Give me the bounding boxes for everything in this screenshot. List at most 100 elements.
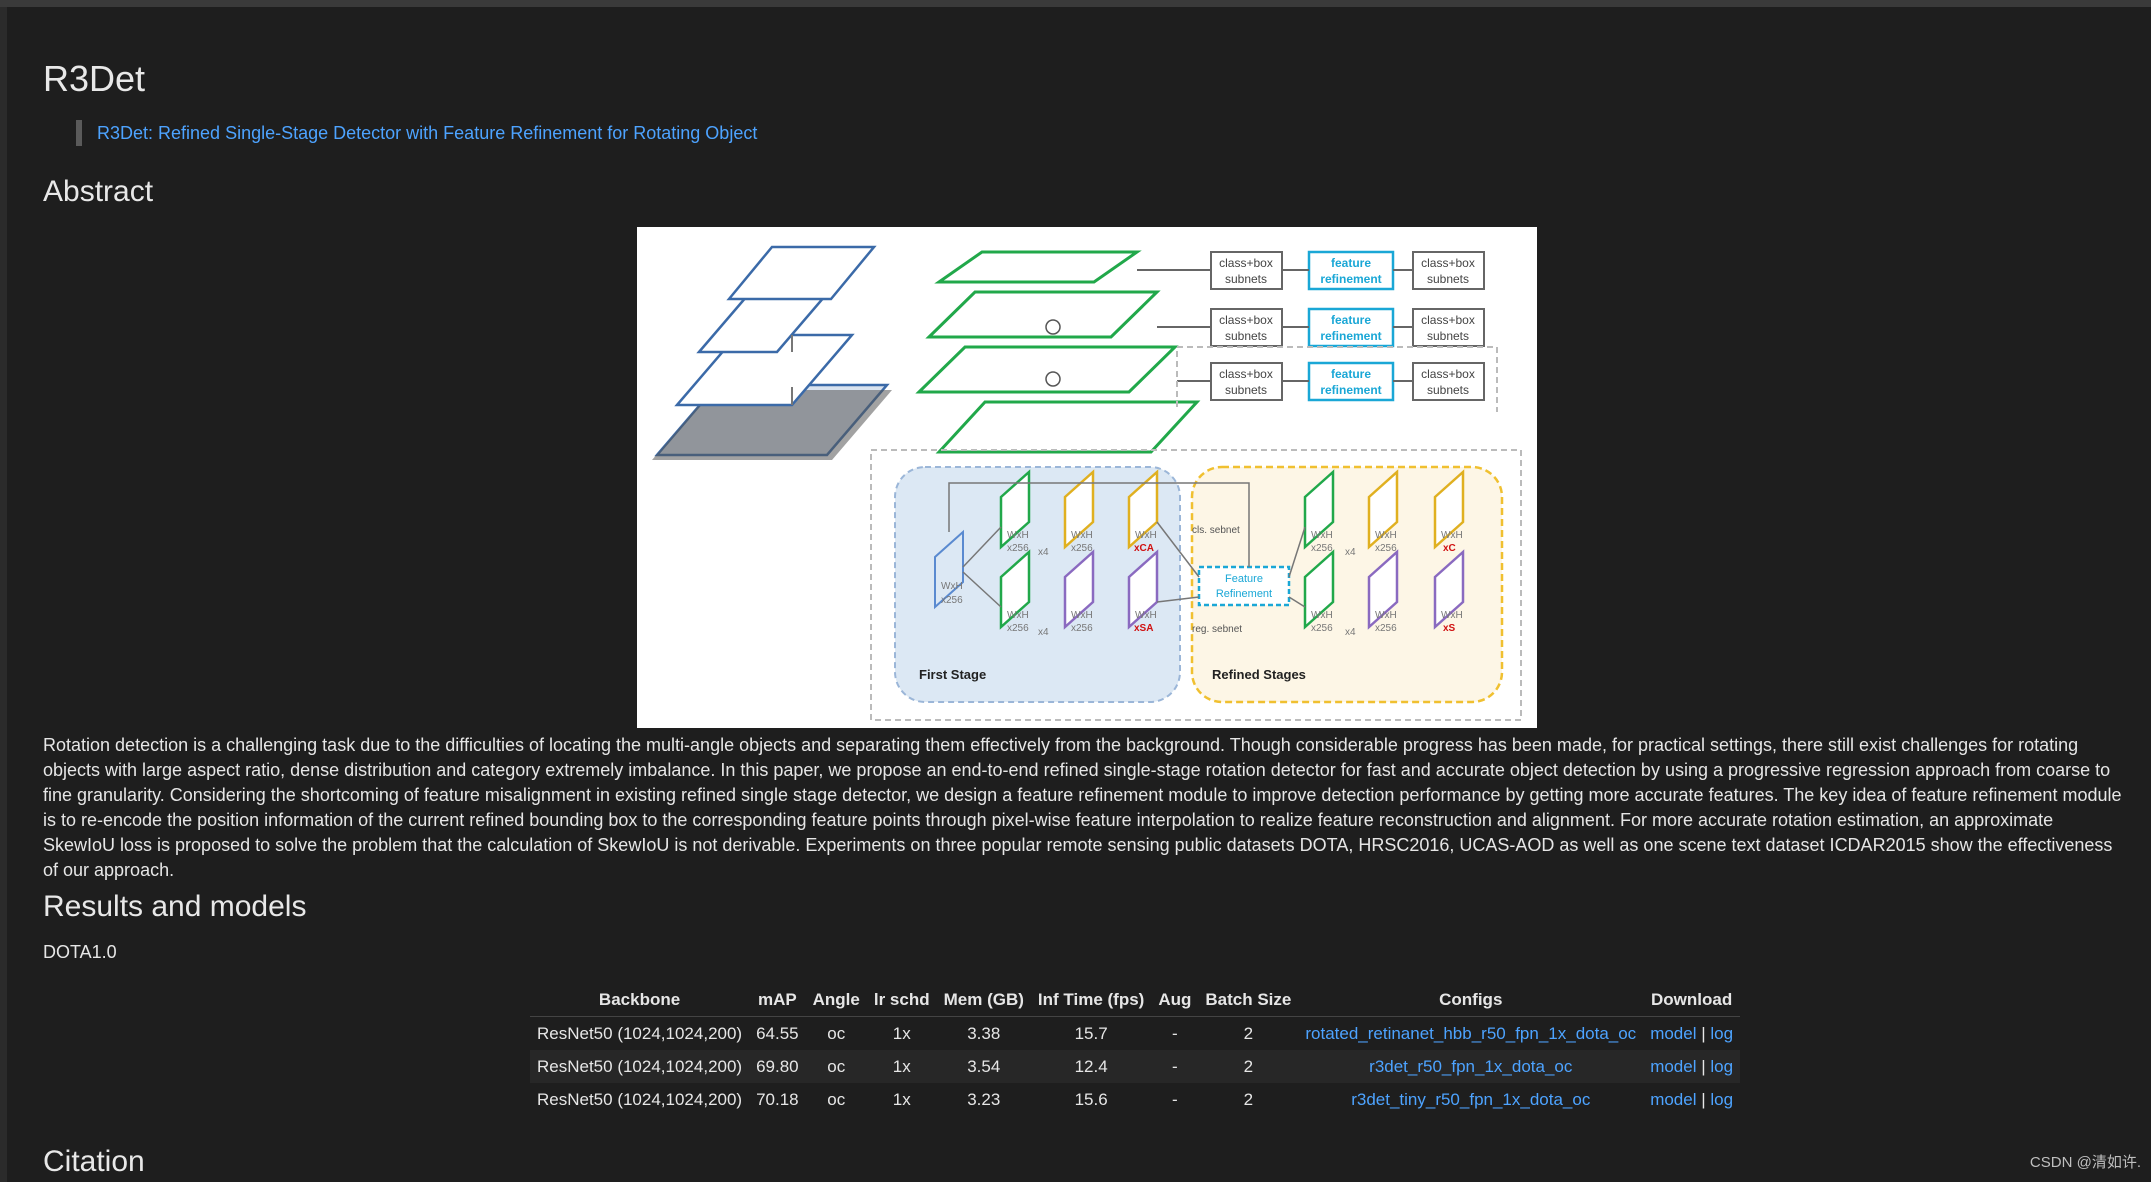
svg-text:WxH: WxH <box>1007 530 1029 541</box>
cell-aug: - <box>1172 1089 1178 1109</box>
watermark: CSDN @清如许. <box>2029 1154 2141 1171</box>
table-row: ResNet50 (1024,1024,200) 70.18 oc 1x 3.2… <box>530 1083 1740 1116</box>
log-link[interactable]: log <box>1710 1024 1733 1043</box>
svg-text:x256: x256 <box>1375 543 1397 554</box>
svg-text:class+box: class+box <box>1219 256 1273 270</box>
svg-text:x256: x256 <box>1311 623 1333 634</box>
svg-text:WxH: WxH <box>1071 530 1093 541</box>
svg-text:feature: feature <box>1331 367 1371 381</box>
svg-text:x4: x4 <box>1345 627 1356 638</box>
cell-inf-time: 15.6 <box>1074 1089 1108 1109</box>
svg-text:refinement: refinement <box>1320 272 1381 286</box>
cell-download: model | log <box>1643 1050 1741 1083</box>
svg-text:Feature: Feature <box>1225 573 1263 585</box>
col-header: mAP <box>749 984 806 1017</box>
separator: | <box>1701 1089 1706 1109</box>
cell-lr-schd: 1x <box>892 1023 911 1043</box>
svg-text:class+box: class+box <box>1421 313 1475 327</box>
log-link[interactable]: log <box>1710 1057 1733 1076</box>
model-link[interactable]: model <box>1650 1090 1696 1109</box>
col-header: lr schd <box>866 984 937 1017</box>
col-header: Download <box>1643 984 1741 1017</box>
svg-text:WxH: WxH <box>1135 530 1157 541</box>
abstract-heading: Abstract <box>43 175 154 208</box>
svg-text:x256: x256 <box>1007 543 1029 554</box>
svg-text:Refinement: Refinement <box>1216 588 1272 600</box>
col-header: Aug <box>1151 984 1199 1017</box>
results-table: Backbone mAP Angle lr schd Mem (GB) Inf … <box>530 984 1741 1116</box>
cell-inf-time: 12.4 <box>1030 1050 1152 1083</box>
svg-text:WxH: WxH <box>941 581 963 592</box>
table-header-row: Backbone mAP Angle lr schd Mem (GB) Inf … <box>530 984 1741 1017</box>
svg-text:First Stage: First Stage <box>919 667 986 682</box>
svg-text:subnets: subnets <box>1427 383 1469 397</box>
cell-inf-time: 15.7 <box>1074 1023 1108 1043</box>
config-link[interactable]: r3det_tiny_r50_fpn_1x_dota_oc <box>1351 1090 1590 1109</box>
dataset-label: DOTA1.0 <box>43 942 117 962</box>
model-link[interactable]: model <box>1650 1024 1696 1043</box>
cell-config: rotated_retinanet_hbb_r50_fpn_1x_dota_oc <box>1298 1017 1643 1051</box>
svg-text:x256: x256 <box>1071 623 1093 634</box>
cell-map: 64.55 <box>756 1023 799 1043</box>
svg-text:class+box: class+box <box>1421 367 1475 381</box>
svg-text:reg. sebnet: reg. sebnet <box>1192 624 1242 635</box>
cell-download: model | log <box>1643 1083 1740 1116</box>
svg-text:refinement: refinement <box>1320 383 1381 397</box>
svg-text:feature: feature <box>1331 313 1371 327</box>
cell-backbone: ResNet50 (1024,1024,200) <box>530 1050 750 1083</box>
svg-text:WxH: WxH <box>1441 610 1463 621</box>
svg-text:feature: feature <box>1331 256 1371 270</box>
svg-text:x256: x256 <box>941 595 963 606</box>
cell-batch-size: 2 <box>1243 1023 1254 1043</box>
cell-lr-schd: 1x <box>866 1050 937 1083</box>
cell-mem: 3.23 <box>967 1089 1001 1109</box>
model-link[interactable]: model <box>1650 1057 1696 1076</box>
svg-text:WxH: WxH <box>1441 530 1463 541</box>
svg-text:x256: x256 <box>1007 623 1029 634</box>
col-header: Mem (GB) <box>936 984 1031 1017</box>
cell-backbone: ResNet50 (1024,1024,200) <box>537 1023 743 1043</box>
col-header: Batch Size <box>1198 984 1299 1017</box>
window-top-bar <box>0 0 2151 7</box>
citation-heading: Citation <box>43 1145 145 1178</box>
cell-batch-size: 2 <box>1198 1050 1299 1083</box>
log-link[interactable]: log <box>1710 1090 1733 1109</box>
left-edge <box>0 7 7 1182</box>
architecture-figure: class+box subnets feature refinement cla… <box>637 227 1537 728</box>
svg-text:x4: x4 <box>1345 547 1356 558</box>
svg-text:WxH: WxH <box>1135 610 1157 621</box>
col-header: Inf Time (fps) <box>1030 984 1152 1017</box>
separator: | <box>1701 1023 1706 1043</box>
svg-text:subnets: subnets <box>1427 329 1469 343</box>
svg-text:xS: xS <box>1443 623 1456 634</box>
svg-text:x4: x4 <box>1038 547 1049 558</box>
results-heading: Results and models <box>43 890 307 923</box>
table-row: ResNet50 (1024,1024,200) 64.55 oc 1x 3.3… <box>530 1017 1740 1051</box>
cell-map: 70.18 <box>756 1089 799 1109</box>
cell-angle: oc <box>805 1050 867 1083</box>
svg-text:refinement: refinement <box>1320 329 1381 343</box>
cell-angle: oc <box>827 1023 846 1043</box>
svg-text:xSA: xSA <box>1134 623 1153 634</box>
svg-text:x4: x4 <box>1038 627 1049 638</box>
cell-map: 69.80 <box>749 1050 806 1083</box>
abstract-text: Rotation detection is a challenging task… <box>43 735 2122 880</box>
cell-aug: - <box>1151 1050 1199 1083</box>
config-link[interactable]: rotated_retinanet_hbb_r50_fpn_1x_dota_oc <box>1305 1024 1636 1043</box>
cell-aug: - <box>1172 1023 1178 1043</box>
svg-text:Refined Stages: Refined Stages <box>1212 667 1306 682</box>
col-header: Configs <box>1298 984 1644 1017</box>
svg-text:WxH: WxH <box>1007 610 1029 621</box>
paper-link[interactable]: R3Det: Refined Single-Stage Detector wit… <box>97 123 757 143</box>
config-link[interactable]: r3det_r50_fpn_1x_dota_oc <box>1369 1057 1572 1076</box>
separator: | <box>1701 1056 1706 1076</box>
paper-quote: R3Det: Refined Single-Stage Detector wit… <box>76 120 757 146</box>
svg-text:cls. sebnet: cls. sebnet <box>1192 525 1240 536</box>
cell-backbone: ResNet50 (1024,1024,200) <box>537 1089 743 1109</box>
svg-text:xC: xC <box>1443 543 1456 554</box>
svg-text:x256: x256 <box>1071 543 1093 554</box>
cell-lr-schd: 1x <box>892 1089 911 1109</box>
detection-heads: class+box subnets feature refinement cla… <box>1137 250 1485 402</box>
feature-pyramid <box>915 250 1201 454</box>
cell-config: r3det_r50_fpn_1x_dota_oc <box>1298 1050 1644 1083</box>
